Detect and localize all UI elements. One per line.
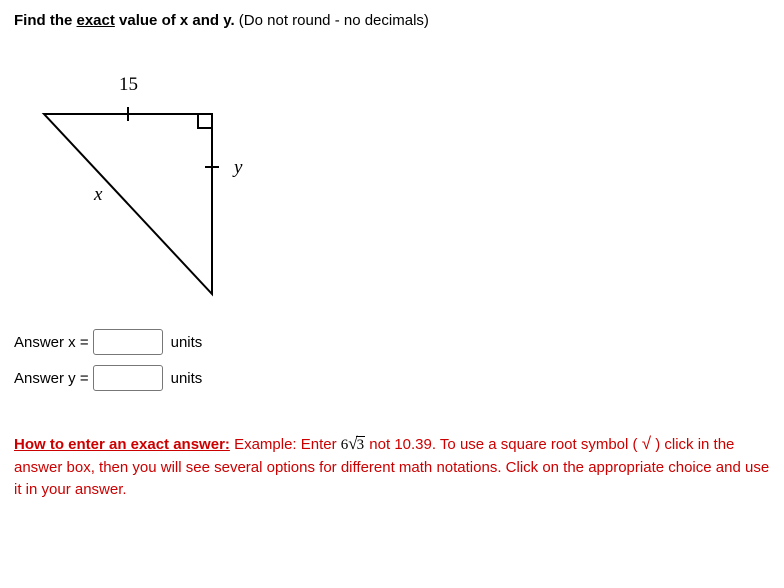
- triangle-figure: 15 x y: [14, 39, 294, 319]
- answer-y-units: units: [171, 370, 203, 387]
- howto-example-post: not 10.39. To use a square root symbol (: [365, 436, 642, 453]
- prompt-tail: value of x and y.: [115, 12, 235, 29]
- answer-y-input[interactable]: [93, 365, 163, 391]
- howto-note: How to enter an exact answer: Example: E…: [14, 431, 770, 502]
- question-prompt: Find the exact value of x and y. (Do not…: [14, 12, 770, 29]
- answer-x-label: Answer x =: [14, 334, 89, 351]
- prompt-paren: (Do not round - no decimals): [235, 12, 429, 29]
- label-right-side: y: [234, 157, 242, 179]
- howto-sqrt-example: 6√3: [341, 437, 365, 453]
- label-hypotenuse: x: [94, 184, 102, 206]
- answer-x-units: units: [171, 334, 203, 351]
- answer-y-label: Answer y =: [14, 370, 89, 387]
- howto-radicand: 3: [356, 436, 366, 453]
- answer-x-input[interactable]: [93, 329, 163, 355]
- sqrt-icon: √: [642, 434, 651, 453]
- label-top-side: 15: [119, 74, 138, 96]
- answer-x-row: Answer x = units: [14, 329, 770, 355]
- triangle-svg: [14, 39, 294, 319]
- howto-example-pre: Example: Enter: [230, 436, 341, 453]
- prompt-emph: exact: [77, 12, 115, 29]
- prompt-lead: Find the: [14, 12, 77, 29]
- answer-y-row: Answer y = units: [14, 365, 770, 391]
- howto-title: How to enter an exact answer:: [14, 436, 230, 453]
